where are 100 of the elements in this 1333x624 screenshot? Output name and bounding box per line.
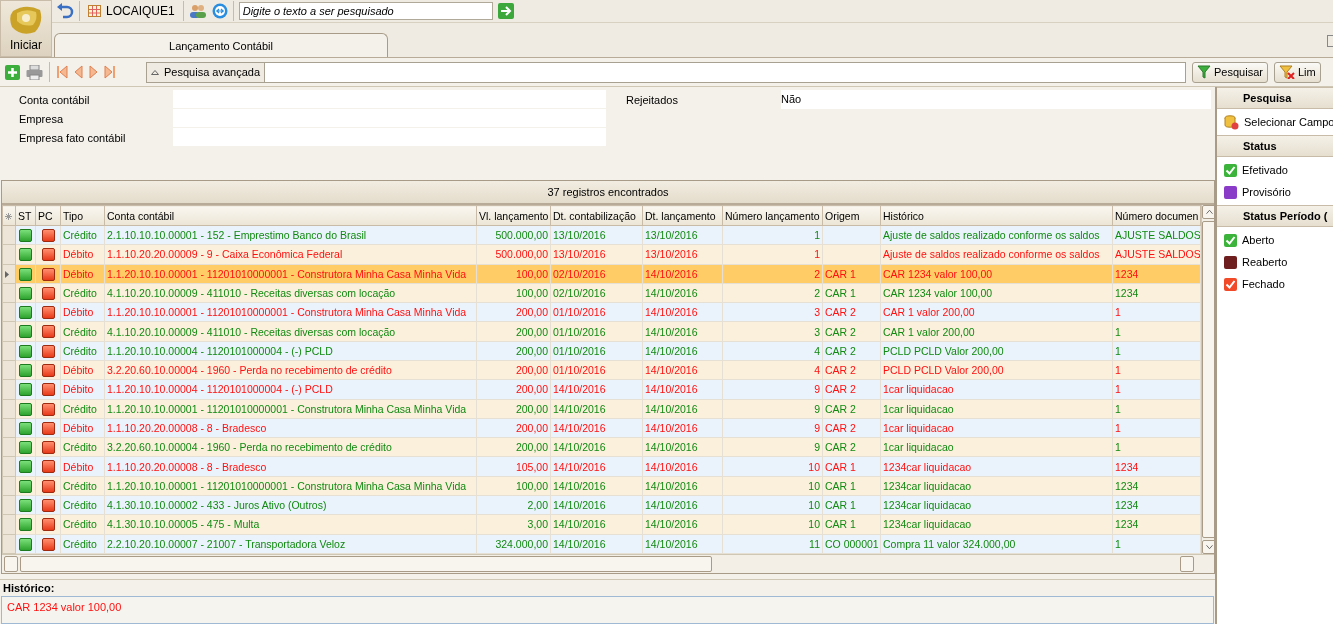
table-cell: 10 xyxy=(808,479,820,492)
table-cell: 2 xyxy=(814,287,820,299)
column-header[interactable]: Vl. lançamento xyxy=(476,205,551,226)
column-header[interactable]: Conta contábil xyxy=(104,205,477,226)
horizontal-scrollbar[interactable] xyxy=(2,554,1214,573)
table-cell: Débito xyxy=(63,421,94,434)
table-cell: CAR 1 xyxy=(825,267,856,280)
period-status-icon xyxy=(41,344,55,358)
company-button[interactable]: LOCAIQUE1 xyxy=(85,4,178,18)
column-header[interactable]: Tipo xyxy=(60,205,105,226)
table-cell: 3 xyxy=(814,325,820,338)
table-cell: Crédito xyxy=(63,537,97,550)
table-cell: 01/10/2016 xyxy=(553,344,606,357)
table-cell: 1 xyxy=(1115,402,1121,415)
table-cell: 1.1.20.10.10.00001 - 11201010000001 - Construtora Minha Casa Minha Vida xyxy=(107,306,467,319)
clear-button[interactable]: Lim xyxy=(1273,61,1321,83)
table-cell: CAR 1 xyxy=(825,479,856,492)
table-cell: Crédito xyxy=(63,518,97,531)
collapse-icon xyxy=(151,69,159,75)
search-button[interactable]: Pesquisar xyxy=(1192,61,1268,83)
print-icon[interactable] xyxy=(26,64,43,80)
legend-item[interactable]: Fechado xyxy=(1217,273,1333,295)
period-status-icon xyxy=(41,460,55,474)
table-cell: 1 xyxy=(1115,344,1121,357)
table-cell: 1 xyxy=(1115,364,1121,377)
filter-value[interactable]: Não xyxy=(781,90,1211,109)
table-cell: 13/10/2016 xyxy=(645,248,698,261)
table-cell: 11 xyxy=(809,537,820,550)
table-cell: 200,00 xyxy=(515,325,548,338)
last-record-icon[interactable] xyxy=(104,65,116,79)
table-cell: 13/10/2016 xyxy=(553,229,606,242)
table-cell: 4 xyxy=(814,364,820,377)
table-cell: 1.1.20.10.10.00004 - 1120101000004 - (-) PCLD xyxy=(107,383,333,396)
table-cell: 01/10/2016 xyxy=(553,364,606,377)
table-cell: CAR 2 xyxy=(825,421,856,434)
legend-item[interactable]: Reaberto xyxy=(1217,251,1333,273)
first-record-icon[interactable] xyxy=(56,65,68,79)
status-icon xyxy=(19,344,32,358)
table-cell: Crédito xyxy=(63,344,97,357)
table-cell: Débito xyxy=(63,460,94,473)
table-cell: 1.1.20.10.10.00004 - 1120101000004 - (-) PCLD xyxy=(107,344,333,357)
period-status-icon xyxy=(41,248,55,262)
clear-filter-icon xyxy=(1278,65,1295,79)
column-header[interactable]: ST xyxy=(15,205,36,226)
table-cell: Compra 11 valor 324.000,00 xyxy=(883,537,1016,550)
table-cell: 01/10/2016 xyxy=(553,306,606,319)
table-cell: 10 xyxy=(808,518,820,531)
go-arrow-icon[interactable] xyxy=(497,3,514,19)
column-header[interactable]: Número lançamento xyxy=(722,205,823,226)
detail-text-area[interactable]: CAR 1234 valor 100,00 xyxy=(1,596,1214,624)
column-header[interactable]: Dt. lançamento xyxy=(642,205,723,226)
filter-label: Conta contábil xyxy=(18,93,91,106)
table-cell: 1 xyxy=(814,229,820,242)
table-cell: CAR 1 valor 200,00 xyxy=(883,325,975,338)
search-field[interactable]: Digite o texto a ser pesquisado xyxy=(238,2,493,20)
table-cell: 1234car liquidacao xyxy=(883,479,972,492)
advanced-search-button[interactable]: Pesquisa avançada xyxy=(147,62,265,82)
row-pointer-icon xyxy=(5,270,9,278)
table-cell: 1 xyxy=(1115,325,1121,338)
table-cell: 4.1.30.10.10.00005 - 475 - Multa xyxy=(107,518,260,531)
table-cell: 14/10/2016 xyxy=(553,460,606,473)
column-header[interactable]: Histórico xyxy=(880,205,1113,226)
next-record-icon[interactable] xyxy=(89,65,98,79)
table-cell: CAR 1 valor 200,00 xyxy=(883,306,975,319)
period-status-icon xyxy=(41,306,55,320)
table-cell: 1car liquidacao xyxy=(883,402,954,415)
table-cell: 1234car liquidacao xyxy=(883,499,972,512)
legend-item[interactable]: Efetivado xyxy=(1217,159,1333,181)
table-cell: 2.1.10.10.10.00001 - 152 - Emprestimo Banco do Brasil xyxy=(107,229,367,242)
table-cell: 105,00 xyxy=(515,460,548,473)
period-status-icon xyxy=(41,325,55,339)
legend-item[interactable]: Aberto xyxy=(1217,229,1333,251)
table-cell: Crédito xyxy=(63,499,97,512)
table-cell: 3 xyxy=(814,306,820,319)
status-icon xyxy=(19,267,32,281)
table-cell: 200,00 xyxy=(515,383,548,396)
column-header[interactable]: PC xyxy=(35,205,61,226)
status-icon xyxy=(19,383,32,397)
remote-icon[interactable] xyxy=(211,3,228,19)
table-cell: 4.1.10.20.10.00009 - 411010 - Receitas diversas com locação xyxy=(107,325,396,338)
table-cell: 14/10/2016 xyxy=(645,518,698,531)
table-cell: 2.2.10.20.10.00007 - 21007 - Transportadora Veloz xyxy=(107,537,346,550)
tab[interactable]: Lançamento Contábil xyxy=(54,33,388,57)
column-header[interactable]: Dt. contabilização xyxy=(550,205,643,226)
table-cell: 1234 xyxy=(1115,518,1139,531)
column-header[interactable]: Número documen xyxy=(1112,205,1201,226)
users-icon[interactable] xyxy=(188,3,207,19)
window-control-icon[interactable] xyxy=(1327,35,1333,47)
scroll-down-icon[interactable] xyxy=(1202,540,1214,554)
status-icon xyxy=(19,229,32,242)
vertical-scrollbar[interactable] xyxy=(1201,205,1214,554)
start-button[interactable]: Iniciar xyxy=(0,0,52,57)
undo-icon[interactable] xyxy=(56,3,74,19)
add-icon[interactable] xyxy=(5,64,20,80)
table-cell: 1car liquidacao xyxy=(883,383,954,396)
status-icon xyxy=(19,460,32,474)
legend-item[interactable]: Provisório xyxy=(1217,181,1333,203)
previous-record-icon[interactable] xyxy=(74,65,83,79)
column-header[interactable]: Origem xyxy=(822,205,881,226)
scroll-up-icon[interactable] xyxy=(1202,205,1214,219)
